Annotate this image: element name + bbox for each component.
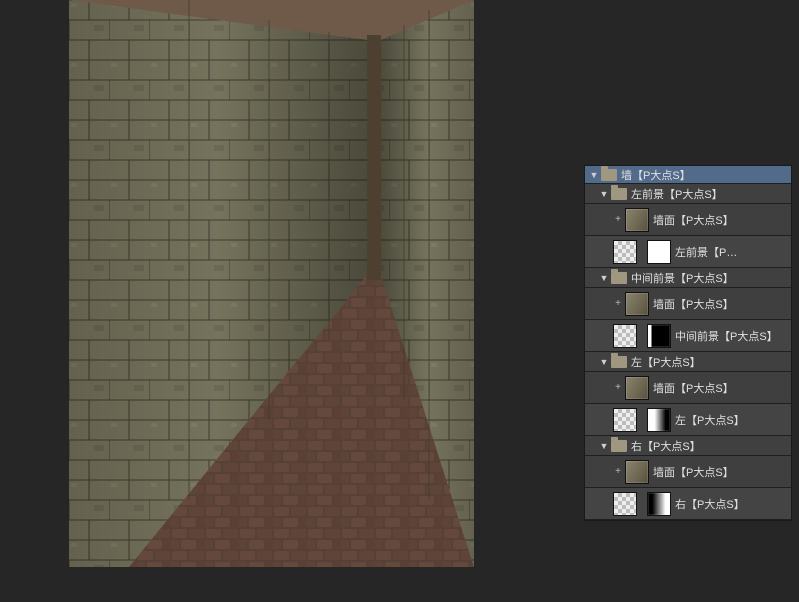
layer-thumbnail[interactable] [613, 324, 637, 348]
document-canvas[interactable] [69, 0, 474, 567]
layer-mask-thumbnail[interactable] [647, 408, 671, 432]
folder-icon [601, 169, 617, 181]
group-label: 中间前景【P大点S】 [631, 270, 791, 286]
layer-row[interactable]: 左前景【P… [585, 236, 791, 268]
layer-mask-thumbnail[interactable] [647, 492, 671, 516]
layer-thumbnail[interactable] [625, 460, 649, 484]
layer-thumbnail[interactable] [625, 376, 649, 400]
layer-thumbnail[interactable] [625, 208, 649, 232]
layer-row[interactable]: + 墙面【P大点S】 [585, 456, 791, 488]
layer-thumbnail[interactable] [625, 292, 649, 316]
disclosure-triangle-icon[interactable]: ▼ [599, 357, 609, 367]
layer-label: 右【P大点S】 [675, 496, 791, 512]
layer-row[interactable]: + 墙面【P大点S】 [585, 204, 791, 236]
folder-icon [611, 440, 627, 452]
layer-label: 墙面【P大点S】 [653, 212, 791, 228]
folder-icon [611, 272, 627, 284]
group-label: 左前景【P大点S】 [631, 186, 791, 202]
layer-label: 墙面【P大点S】 [653, 380, 791, 396]
layer-group-root[interactable]: ▼ 墙【P大点S】 [585, 166, 791, 184]
disclosure-triangle-icon[interactable]: ▼ [589, 170, 599, 180]
folder-icon [611, 356, 627, 368]
layer-label: 左【P大点S】 [675, 412, 791, 428]
group-label: 左【P大点S】 [631, 354, 791, 370]
layers-panel[interactable]: ▼ 墙【P大点S】 ▼ 左前景【P大点S】 + 墙面【P大点S】 左前景【P… … [584, 165, 792, 521]
layer-thumbnail[interactable] [613, 240, 637, 264]
layer-label: 墙面【P大点S】 [653, 464, 791, 480]
layer-mask-thumbnail[interactable] [647, 240, 671, 264]
layer-group[interactable]: ▼ 右【P大点S】 [585, 436, 791, 456]
disclosure-triangle-icon[interactable]: ▼ [599, 273, 609, 283]
disclosure-triangle-icon[interactable]: ▼ [599, 189, 609, 199]
group-label: 右【P大点S】 [631, 438, 791, 454]
layer-group[interactable]: ▼ 左前景【P大点S】 [585, 184, 791, 204]
layer-thumbnail[interactable] [613, 492, 637, 516]
expand-effects-icon[interactable]: + [613, 298, 623, 309]
layer-row[interactable]: + 墙面【P大点S】 [585, 372, 791, 404]
canvas-svg [69, 0, 474, 567]
layer-label: 中间前景【P大点S】 [675, 328, 791, 344]
layer-row[interactable]: + 墙面【P大点S】 [585, 288, 791, 320]
layer-row[interactable]: 中间前景【P大点S】 [585, 320, 791, 352]
expand-effects-icon[interactable]: + [613, 382, 623, 393]
layer-label: 墙面【P大点S】 [653, 296, 791, 312]
layer-thumbnail[interactable] [613, 408, 637, 432]
expand-effects-icon[interactable]: + [613, 214, 623, 225]
disclosure-triangle-icon[interactable]: ▼ [599, 441, 609, 451]
layer-group[interactable]: ▼ 左【P大点S】 [585, 352, 791, 372]
layer-mask-thumbnail[interactable] [647, 324, 671, 348]
expand-effects-icon[interactable]: + [613, 466, 623, 477]
layer-row[interactable]: 左【P大点S】 [585, 404, 791, 436]
group-label: 墙【P大点S】 [621, 167, 791, 183]
layer-row[interactable]: 右【P大点S】 [585, 488, 791, 520]
layer-label: 左前景【P… [675, 244, 791, 260]
folder-icon [611, 188, 627, 200]
layer-group[interactable]: ▼ 中间前景【P大点S】 [585, 268, 791, 288]
